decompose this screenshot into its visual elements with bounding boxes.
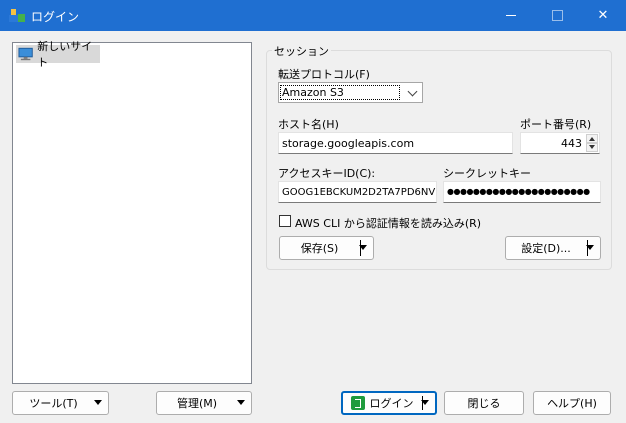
maximize-button[interactable] bbox=[534, 0, 580, 31]
advanced-button[interactable]: 設定(D)... bbox=[505, 236, 601, 260]
dropdown-arrow-icon[interactable] bbox=[359, 245, 367, 250]
host-input[interactable]: storage.googleapis.com bbox=[278, 132, 513, 154]
save-button[interactable]: 保存(S) bbox=[279, 236, 374, 260]
advanced-button-label: 設定(D)... bbox=[521, 242, 571, 255]
login-dialog: ログイン ✕ 新しいサイト セッション 転送プロトコル(F) Amazon S3… bbox=[0, 0, 626, 423]
port-value: 443 bbox=[561, 137, 582, 150]
close-icon: ✕ bbox=[597, 8, 609, 23]
minimize-icon bbox=[506, 15, 516, 16]
port-label: ポート番号(R) bbox=[520, 118, 592, 131]
access-key-label: アクセスキーID(C): bbox=[278, 167, 376, 180]
access-key-input[interactable]: GOOG1EBCKUM2D2TA7PD6NVH bbox=[278, 181, 437, 203]
dropdown-arrow-icon bbox=[237, 400, 245, 405]
monitor-icon bbox=[18, 47, 33, 61]
protocol-label: 転送プロトコル(F) bbox=[278, 68, 370, 81]
chevron-down-icon bbox=[407, 86, 418, 97]
protocol-select[interactable]: Amazon S3 bbox=[278, 82, 423, 103]
tree-item-label: 新しいサイト bbox=[37, 40, 93, 69]
close-button[interactable]: 閉じる bbox=[444, 391, 524, 415]
host-label: ホスト名(H) bbox=[278, 118, 339, 131]
tree-item-new-site[interactable]: 新しいサイト bbox=[16, 40, 100, 69]
login-button[interactable]: ログイン bbox=[341, 391, 437, 415]
tools-button-label: ツール(T) bbox=[29, 397, 78, 410]
maximize-icon bbox=[551, 10, 563, 21]
session-group-label: セッション bbox=[272, 43, 331, 59]
port-decrement-button[interactable] bbox=[586, 143, 598, 152]
dropdown-arrow-icon[interactable] bbox=[586, 245, 594, 250]
login-button-label: ログイン bbox=[369, 397, 414, 410]
app-icon bbox=[9, 9, 25, 22]
tools-button[interactable]: ツール(T) bbox=[12, 391, 109, 415]
login-icon bbox=[350, 396, 365, 410]
window-title: ログイン bbox=[31, 10, 80, 24]
arrow-down-icon bbox=[589, 145, 595, 149]
aws-cli-label[interactable]: AWS CLI から認証情報を読み込み(R) bbox=[295, 215, 481, 231]
manage-button[interactable]: 管理(M) bbox=[156, 391, 252, 415]
aws-cli-checkbox[interactable] bbox=[279, 215, 291, 227]
save-button-label: 保存(S) bbox=[300, 242, 339, 255]
secret-key-input[interactable]: ●●●●●●●●●●●●●●●●●●●●●● bbox=[443, 181, 601, 203]
protocol-select-value: Amazon S3 bbox=[280, 85, 400, 100]
help-button-label: ヘルプ(H) bbox=[547, 397, 597, 410]
port-increment-button[interactable] bbox=[586, 134, 598, 143]
manage-button-label: 管理(M) bbox=[176, 397, 218, 410]
secret-key-label: シークレットキー bbox=[443, 167, 531, 180]
port-stepper[interactable]: 443 bbox=[520, 132, 600, 154]
help-button[interactable]: ヘルプ(H) bbox=[533, 391, 611, 415]
site-tree[interactable]: 新しいサイト bbox=[12, 40, 252, 384]
dropdown-arrow-icon bbox=[94, 400, 102, 405]
title-bar: ログイン ✕ bbox=[0, 0, 626, 31]
close-window-button[interactable]: ✕ bbox=[580, 0, 626, 31]
minimize-button[interactable] bbox=[488, 0, 534, 31]
close-button-label: 閉じる bbox=[467, 397, 501, 410]
dropdown-arrow-icon[interactable] bbox=[421, 400, 429, 405]
arrow-up-icon bbox=[589, 137, 595, 141]
